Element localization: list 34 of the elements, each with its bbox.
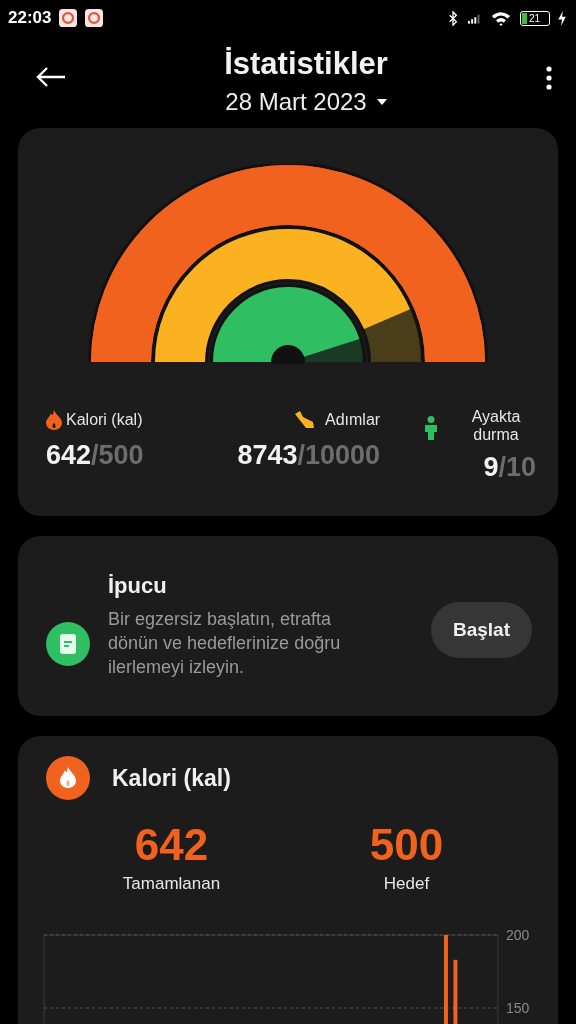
note-icon [46,622,90,666]
stat-value: 8743/10000 [237,440,381,471]
back-icon[interactable] [36,66,66,88]
axis-label: 150 [505,999,530,1016]
card-title: Kalori (kal) [112,764,231,792]
status-time: 22:03 [8,8,52,28]
flame-icon [46,410,62,430]
shoe-icon [293,411,315,429]
bluetooth-icon [446,10,460,26]
date-selector[interactable]: 28 Mart 2023 [219,86,393,118]
goal-label: Hedef [383,874,430,894]
flame-icon [46,756,90,800]
stat-value: 9/10 [483,452,536,483]
charging-icon [558,10,566,26]
stat-value: 642/500 [46,440,144,471]
stat-label: Kalori (kal) [66,411,143,429]
axis-label: 200 [505,926,530,943]
chart-bar [453,959,458,1024]
stat-label: Ayakta durma [470,408,522,444]
notification-icon [85,9,104,27]
goal-value: 500 [369,820,444,870]
notification-icon [59,9,78,27]
tip-text: Bir egzersiz başlatın, etrafta dönün ve hedeflerinize doğru ilerlemeyi izleyin. [108,607,342,680]
stat-label: Adımlar [325,411,381,429]
more-icon[interactable] [546,66,552,90]
start-button[interactable]: Başlat [430,602,532,658]
battery-icon: 21 [520,10,550,26]
completed-label: Tamamlanan [122,874,221,894]
person-icon [424,416,438,440]
page-title: İstatistikler [224,46,388,82]
wifi-icon [490,10,512,26]
caret-icon [376,99,387,105]
tip-title: İpucu [108,572,168,599]
completed-value: 642 [134,820,209,870]
